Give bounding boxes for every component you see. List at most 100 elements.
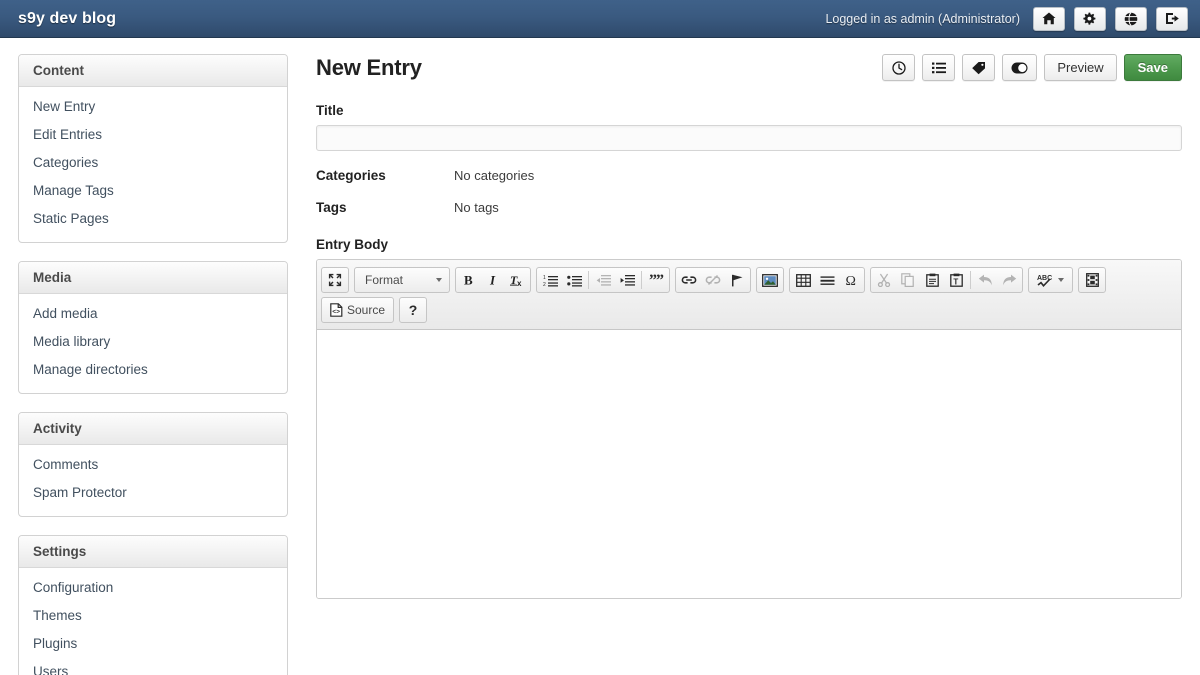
sidebar: Content New Entry Edit Entries Categorie… <box>18 54 288 675</box>
outdent-icon[interactable] <box>591 269 615 291</box>
format-dropdown-label: Format <box>365 273 404 287</box>
numbered-list-icon[interactable]: 1 2 <box>538 269 562 291</box>
svg-text:I: I <box>489 273 496 287</box>
toolbar-group-help: ? <box>399 297 428 323</box>
sidebar-panel-settings: Settings Configuration Themes Plugins Us… <box>18 535 288 675</box>
sidebar-item-users[interactable]: Users <box>19 658 287 675</box>
svg-text:”: ” <box>656 274 664 287</box>
logout-icon[interactable] <box>1156 6 1188 31</box>
toolbar-separator <box>970 271 971 289</box>
blockquote-icon[interactable]: ” ” <box>644 269 668 291</box>
chevron-down-icon <box>1058 278 1064 282</box>
preview-button[interactable]: Preview <box>1044 54 1117 81</box>
anchor-icon[interactable] <box>725 269 749 291</box>
sidebar-panel-media: Media Add media Media library Manage dir… <box>18 261 288 394</box>
bulleted-list-icon[interactable] <box>562 269 586 291</box>
panel-title: Activity <box>19 413 287 445</box>
home-icon[interactable] <box>1033 6 1065 31</box>
toolbar-group-spellcheck: ABC <box>1028 267 1073 293</box>
clock-icon[interactable] <box>882 54 916 81</box>
title-input[interactable] <box>316 125 1182 151</box>
sidebar-item-configuration[interactable]: Configuration <box>19 574 287 602</box>
panel-title: Media <box>19 262 287 294</box>
svg-text:B: B <box>464 273 473 287</box>
editor-toolbar-row-1: Format B I T x 1 2 ” ” Ω T ABC <box>321 265 1177 295</box>
copy-icon[interactable] <box>896 269 920 291</box>
remove-format-icon[interactable]: T x <box>505 269 529 291</box>
toolbar-group-image <box>756 267 784 293</box>
sidebar-item-manage-directories[interactable]: Manage directories <box>19 356 287 384</box>
panel-items: Configuration Themes Plugins Users Group… <box>19 568 287 675</box>
header-right-group: Logged in as admin (Administrator) <box>825 6 1188 31</box>
undo-icon[interactable] <box>973 269 997 291</box>
spellcheck-icon[interactable]: ABC <box>1030 269 1071 291</box>
sidebar-item-add-media[interactable]: Add media <box>19 300 287 328</box>
indent-icon[interactable] <box>615 269 639 291</box>
horizontal-rule-icon[interactable] <box>815 269 839 291</box>
sidebar-item-plugins[interactable]: Plugins <box>19 630 287 658</box>
bold-icon[interactable]: B <box>457 269 481 291</box>
toolbar-separator <box>588 271 589 289</box>
panel-items: Add media Media library Manage directori… <box>19 294 287 393</box>
sidebar-item-comments[interactable]: Comments <box>19 451 287 479</box>
italic-icon[interactable]: I <box>481 269 505 291</box>
sidebar-item-media-library[interactable]: Media library <box>19 328 287 356</box>
paste-text-icon[interactable]: T <box>944 269 968 291</box>
maximize-icon[interactable] <box>323 269 347 291</box>
format-dropdown[interactable]: Format <box>356 269 448 291</box>
list-icon[interactable] <box>922 54 956 81</box>
sidebar-item-spam-protector[interactable]: Spam Protector <box>19 479 287 507</box>
special-char-icon[interactable]: Ω <box>839 269 863 291</box>
gears-icon[interactable] <box>1074 6 1106 31</box>
entry-body-label: Entry Body <box>316 237 389 252</box>
panel-title: Settings <box>19 536 287 568</box>
toolbar-group-paragraph: 1 2 ” ” <box>536 267 670 293</box>
toggle-icon[interactable] <box>1002 54 1038 81</box>
sidebar-item-edit-entries[interactable]: Edit Entries <box>19 121 287 149</box>
sidebar-item-static-pages[interactable]: Static Pages <box>19 205 287 233</box>
unlink-icon[interactable] <box>701 269 725 291</box>
sidebar-item-new-entry[interactable]: New Entry <box>19 93 287 121</box>
tags-label: Tags <box>316 200 347 215</box>
tag-icon[interactable] <box>962 54 996 81</box>
save-button[interactable]: Save <box>1123 54 1182 81</box>
entry-body-textarea[interactable] <box>317 330 1181 598</box>
image-icon[interactable] <box>758 269 782 291</box>
help-button[interactable]: ? <box>401 299 425 321</box>
sidebar-item-categories[interactable]: Categories <box>19 149 287 177</box>
toolbar-group-links <box>675 267 751 293</box>
svg-text:2: 2 <box>543 282 546 287</box>
redo-icon[interactable] <box>997 269 1021 291</box>
svg-text:1: 1 <box>543 275 546 281</box>
main-header: New Entry Preview Save <box>316 54 1182 81</box>
title-label: Title <box>316 103 344 118</box>
sidebar-item-themes[interactable]: Themes <box>19 602 287 630</box>
panel-items: New Entry Edit Entries Categories Manage… <box>19 87 287 242</box>
globe-icon[interactable] <box>1115 6 1147 31</box>
tags-row: Tags No tags <box>316 200 1182 215</box>
link-icon[interactable] <box>677 269 701 291</box>
media-icon[interactable] <box>1080 269 1104 291</box>
paste-icon[interactable] <box>920 269 944 291</box>
toolbar-group-source: <> Source <box>321 297 395 323</box>
sidebar-panel-content: Content New Entry Edit Entries Categorie… <box>18 54 288 243</box>
toolbar-group-media <box>1078 267 1106 293</box>
chevron-down-icon <box>436 278 442 282</box>
main-content: New Entry Preview Save Title Categories … <box>288 54 1182 599</box>
table-icon[interactable] <box>791 269 815 291</box>
toolbar-group-format: Format <box>354 267 450 293</box>
panel-title: Content <box>19 55 287 87</box>
editor-toolbar: Format B I T x 1 2 ” ” Ω T ABC <> Source… <box>317 260 1181 330</box>
help-button-label: ? <box>408 302 418 318</box>
source-button[interactable]: <> Source <box>323 299 392 321</box>
svg-text:Ω: Ω <box>845 274 855 287</box>
site-brand: s9y dev blog <box>18 9 117 27</box>
top-header-bar: s9y dev blog Logged in as admin (Adminis… <box>0 0 1200 38</box>
categories-row: Categories No categories <box>316 168 1182 183</box>
cut-icon[interactable] <box>872 269 896 291</box>
sidebar-item-manage-tags[interactable]: Manage Tags <box>19 177 287 205</box>
panel-items: Comments Spam Protector <box>19 445 287 516</box>
toolbar-group-basicstyles: B I T x <box>455 267 531 293</box>
entry-body-editor: Format B I T x 1 2 ” ” Ω T ABC <> Source… <box>316 259 1182 599</box>
toolbar-group-insert: Ω <box>789 267 865 293</box>
